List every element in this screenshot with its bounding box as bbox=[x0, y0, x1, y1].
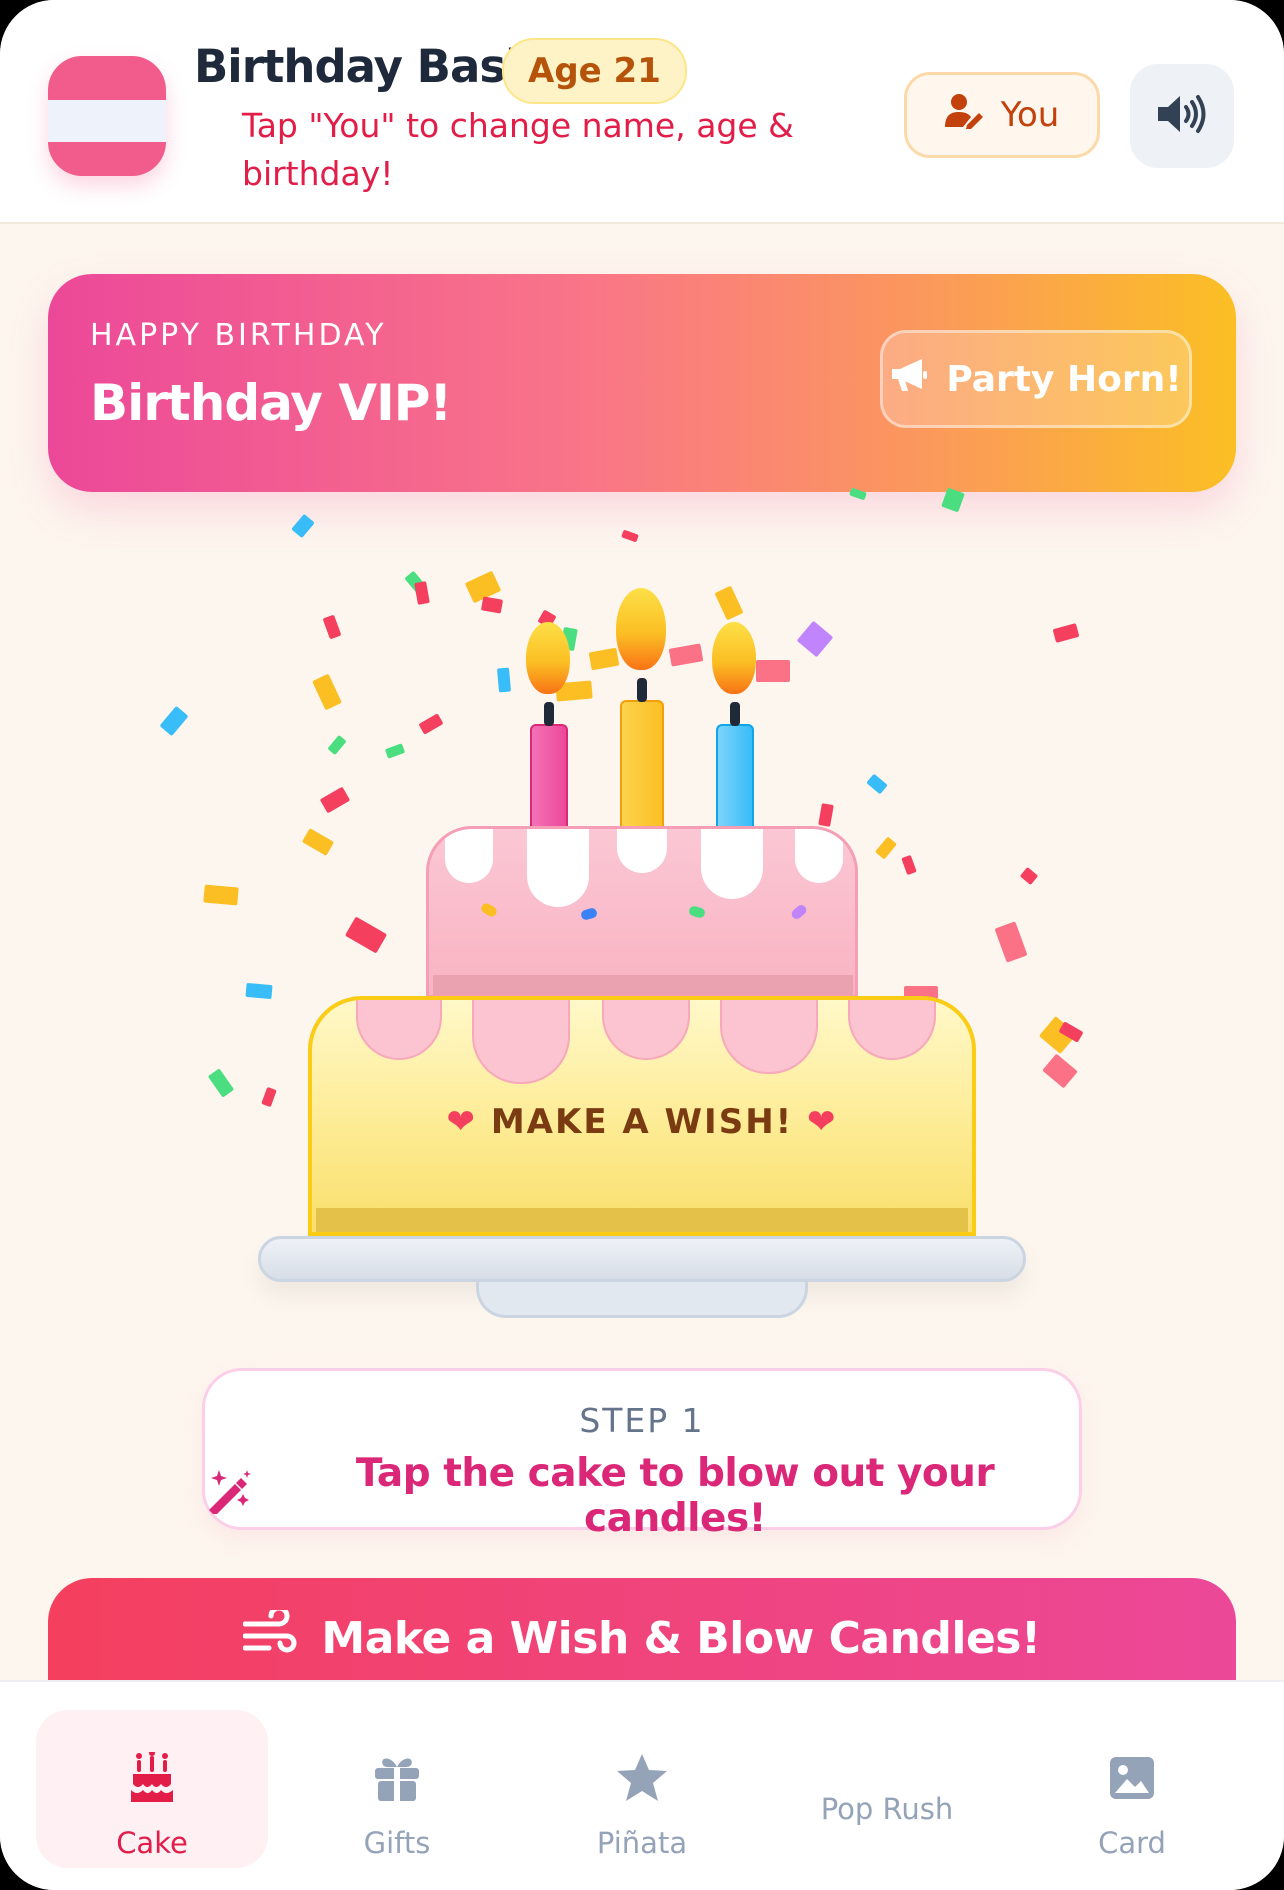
nav-tab-gifts[interactable]: Gifts bbox=[281, 1710, 513, 1868]
birthday-banner: HAPPY BIRTHDAY Birthday VIP! Party Horn! bbox=[48, 274, 1236, 492]
bottom-nav: Cake Gifts Piñata Pop Rush Card bbox=[0, 1680, 1284, 1890]
sound-toggle-button[interactable] bbox=[1130, 64, 1234, 168]
nav-tab-label: Pop Rush bbox=[820, 1792, 954, 1826]
cake-bottom-tier: ❤ MAKE A WISH! ❤ bbox=[308, 996, 976, 1236]
candle-flame bbox=[712, 622, 756, 694]
nav-tab-label: Piñata bbox=[596, 1826, 688, 1860]
cake-top-tier bbox=[426, 826, 858, 998]
image-icon bbox=[1016, 1750, 1248, 1806]
nav-tab-cake[interactable]: Cake bbox=[36, 1710, 268, 1868]
heart-icon: ❤ bbox=[807, 1102, 838, 1142]
confetti bbox=[203, 884, 239, 906]
profile-button-label: You bbox=[1000, 95, 1060, 135]
profile-button[interactable]: You bbox=[904, 72, 1100, 158]
candle-wick bbox=[637, 678, 647, 702]
app-screen: Birthday Bash! Age 21 Tap "You" to chang… bbox=[0, 0, 1284, 1890]
megaphone-icon bbox=[890, 358, 928, 401]
step-instruction: Tap the cake to blow out your candles! bbox=[355, 1451, 995, 1541]
nav-tab-pop-rush[interactable]: Pop Rush bbox=[771, 1710, 1003, 1868]
party-horn-label: Party Horn! bbox=[946, 358, 1182, 400]
step-card: STEP 1 Tap the cake to blow out your can… bbox=[202, 1368, 1082, 1541]
gift-icon bbox=[281, 1750, 513, 1806]
nav-tab-label: Gifts bbox=[363, 1826, 431, 1860]
header: Birthday Bash! Age 21 Tap "You" to chang… bbox=[0, 0, 1284, 224]
wind-icon bbox=[242, 1605, 297, 1667]
user-edit-icon bbox=[944, 93, 985, 138]
star-icon bbox=[526, 1750, 758, 1806]
make-wish-label: Make a Wish & Blow Candles! bbox=[321, 1612, 1041, 1664]
candle-wick bbox=[544, 702, 554, 726]
volume-icon bbox=[1156, 94, 1208, 138]
nav-tab-pinata[interactable]: Piñata bbox=[526, 1710, 758, 1868]
profile-hint: Tap "You" to change name, age & birthday… bbox=[242, 106, 794, 193]
candle-flame bbox=[616, 588, 666, 670]
banner-kicker: HAPPY BIRTHDAY bbox=[90, 318, 387, 353]
candle-flame bbox=[526, 622, 570, 694]
step-instruction-row: Tap the cake to blow out your candles! bbox=[205, 1451, 1079, 1541]
heart-icon: ❤ bbox=[446, 1102, 477, 1142]
cake-icon bbox=[36, 1750, 268, 1806]
candle-wick bbox=[730, 702, 740, 726]
party-horn-button[interactable]: Party Horn! bbox=[880, 330, 1192, 428]
nav-tab-label: Card bbox=[1098, 1826, 1166, 1860]
cake-plate bbox=[258, 1236, 1026, 1282]
magic-wand-icon bbox=[205, 1468, 253, 1524]
banner-title: Birthday VIP! bbox=[90, 374, 452, 432]
cake-stand bbox=[476, 1282, 808, 1318]
step-label: STEP 1 bbox=[579, 1401, 705, 1440]
confetti bbox=[496, 667, 512, 693]
nav-tab-label: Cake bbox=[116, 1826, 188, 1860]
nav-tab-card[interactable]: Card bbox=[1016, 1710, 1248, 1868]
app-logo bbox=[48, 56, 166, 176]
confetti bbox=[756, 660, 790, 682]
wish-text: MAKE A WISH! bbox=[490, 1102, 794, 1142]
confetti bbox=[245, 982, 273, 1000]
age-badge: Age 21 bbox=[502, 38, 687, 104]
wish-text-row: ❤ MAKE A WISH! ❤ bbox=[312, 1102, 972, 1142]
